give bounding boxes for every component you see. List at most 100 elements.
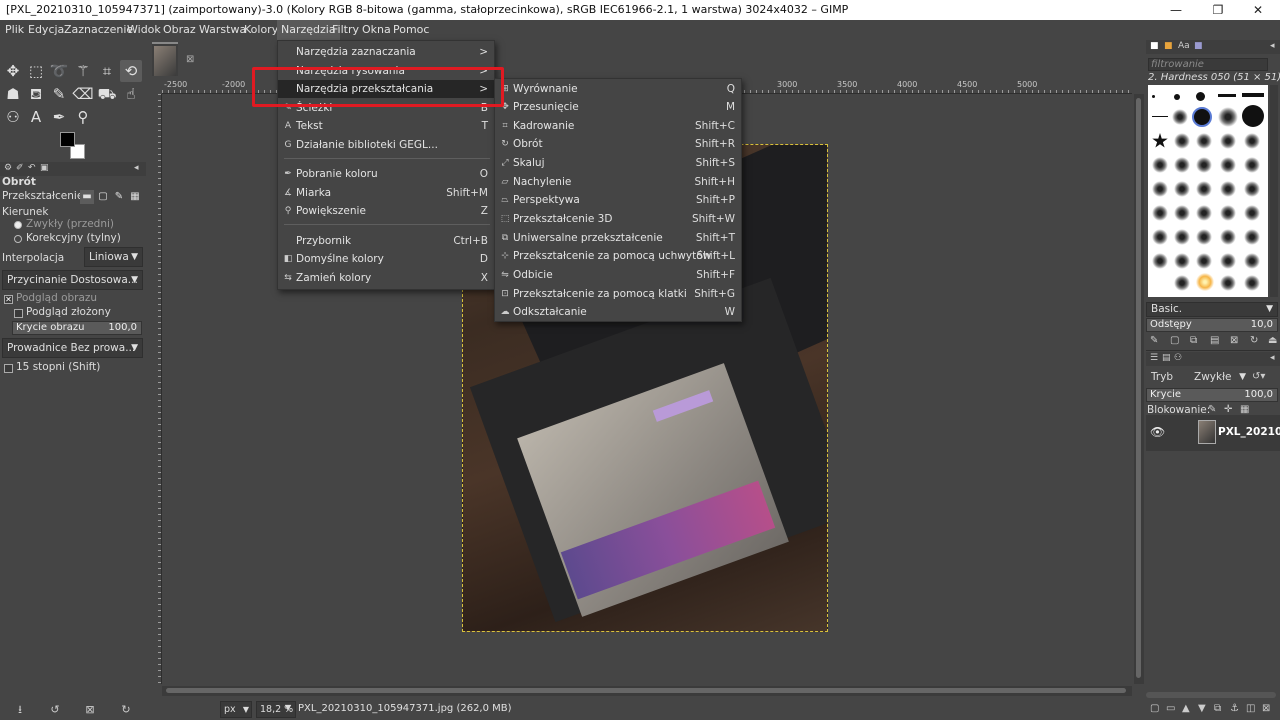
brush-item[interactable] — [1196, 133, 1212, 149]
brush-item[interactable] — [1220, 229, 1236, 245]
paintbrush-tool-icon[interactable]: ✎ — [48, 83, 70, 105]
menu-item-move[interactable]: ✥ Przesunięcie M — [495, 98, 741, 116]
menu-colors[interactable]: Kolory — [240, 20, 282, 40]
lower-layer-icon[interactable]: ▼ — [1198, 703, 1206, 714]
brush-item[interactable] — [1244, 253, 1260, 269]
menu-item-scale[interactable]: ⤢ Skaluj Shift+S — [495, 154, 741, 172]
layers-scrollbar[interactable] — [1146, 692, 1276, 698]
brush-item[interactable] — [1152, 181, 1168, 197]
brush-item[interactable] — [1220, 133, 1236, 149]
bucket-fill-tool-icon[interactable]: ⛾ — [25, 83, 47, 105]
fuzzy-select-tool-icon[interactable]: ⚚ — [72, 60, 94, 82]
brush-item[interactable] — [1152, 205, 1168, 221]
clipping-select[interactable]: Przycinanie Dostosowa... ▼ — [2, 270, 143, 290]
brush-item[interactable] — [1244, 229, 1260, 245]
brush-item[interactable] — [1218, 107, 1238, 127]
brush-item[interactable] — [1196, 205, 1212, 221]
edit-brush-icon[interactable]: ✎ — [1150, 335, 1158, 346]
preview-composite-checkbox[interactable] — [14, 309, 23, 318]
brush-item[interactable] — [1152, 95, 1155, 98]
menu-item-swap-colors[interactable]: ⇆ Zamień kolory X — [278, 269, 494, 287]
menu-item-3d-transform[interactable]: ⬚ Przekształcenie 3D Shift+W — [495, 210, 741, 228]
interpolation-select[interactable]: Liniowa ▼ — [84, 247, 143, 267]
brush-item[interactable] — [1220, 181, 1236, 197]
duplicate-layer-icon[interactable]: ⧉ — [1214, 703, 1221, 714]
refresh-brushes-icon[interactable]: ↻ — [1250, 335, 1258, 346]
warp-tool-icon[interactable]: ☗ — [2, 83, 24, 105]
brush-preset-select[interactable]: Basic. ▼ — [1146, 302, 1278, 317]
lasso-tool-icon[interactable]: ➰ — [48, 60, 70, 82]
vertical-scrollbar[interactable] — [1134, 94, 1144, 684]
transform-image-icon[interactable]: ▦ — [128, 190, 142, 204]
brush-item[interactable] — [1218, 94, 1236, 97]
layer-row[interactable]: 👁 PXL_20210 — [1146, 415, 1280, 451]
clone-tool-icon[interactable]: ⛟ — [96, 83, 118, 105]
scrollbar-thumb[interactable] — [1136, 98, 1141, 678]
delete-brush-icon[interactable]: ⊠ — [1230, 335, 1238, 346]
brush-item[interactable] — [1174, 275, 1190, 291]
brush-item[interactable] — [1196, 253, 1212, 269]
brush-item[interactable] — [1152, 116, 1168, 117]
delete-layer-icon[interactable]: ⊠ — [1262, 703, 1270, 714]
layers-tab-icon[interactable]: ☰ — [1150, 353, 1158, 363]
panel-menu-icon[interactable]: ◂ — [1270, 41, 1275, 51]
brush-item-selected[interactable] — [1192, 107, 1212, 127]
brush-item[interactable] — [1242, 105, 1264, 127]
preview-image-checkbox[interactable]: ✕ — [4, 295, 13, 304]
menu-item-cage-transform[interactable]: ⊡ Przekształcenie za pomocą klatki Shift+G — [495, 285, 741, 303]
brush-item[interactable] — [1174, 157, 1190, 173]
undo-history-tab-icon[interactable]: ↶ — [28, 163, 36, 173]
brush-item[interactable] — [1244, 157, 1260, 173]
menu-item-shear[interactable]: ▱ Nachylenie Shift+H — [495, 173, 741, 191]
restore-options-icon[interactable]: ↺ — [47, 702, 63, 718]
brush-item[interactable] — [1172, 109, 1188, 125]
menu-help[interactable]: Pomoc — [389, 20, 433, 40]
brushes-tab-icon[interactable]: ■ — [1150, 41, 1159, 51]
save-options-icon[interactable]: ⭳ — [12, 702, 28, 718]
lock-alpha-icon[interactable]: ▦ — [1240, 404, 1249, 415]
menu-item-rotate[interactable]: ↻ Obrót Shift+R — [495, 135, 741, 153]
brush-filter-input[interactable]: filtrowanie — [1148, 58, 1268, 71]
direction-corrective-radio[interactable] — [14, 235, 22, 243]
brush-item[interactable] — [1152, 157, 1168, 173]
color-picker-tool-icon[interactable]: ✒ — [48, 106, 70, 128]
anchor-layer-icon[interactable]: ⚓ — [1230, 703, 1239, 714]
rotate-tool-icon[interactable]: ⟲ — [120, 60, 142, 82]
menu-image[interactable]: Obraz — [159, 20, 200, 40]
delete-options-icon[interactable]: ⊠ — [82, 702, 98, 718]
copy-brush-location-icon[interactable]: ▤ — [1210, 335, 1219, 346]
menu-item-handle-transform[interactable]: ⊹ Przekształcenie za pomocą uchwytów Shift… — [495, 247, 741, 265]
new-layer-icon[interactable]: ▢ — [1150, 703, 1159, 714]
transform-layer-icon[interactable]: ▬ — [80, 190, 94, 204]
zoom-tool-icon[interactable]: ⚲ — [72, 106, 94, 128]
brush-grid[interactable] — [1148, 85, 1268, 297]
brush-scrollbar[interactable] — [1270, 85, 1278, 297]
lock-position-icon[interactable]: ✛ — [1224, 404, 1232, 415]
vertical-ruler[interactable] — [148, 94, 162, 684]
crop-tool-icon[interactable]: ⌗ — [96, 60, 118, 82]
image-tab[interactable] — [152, 42, 178, 76]
menu-item-crop[interactable]: ⌗ Kadrowanie Shift+C — [495, 117, 741, 135]
fonts-tab-icon[interactable]: Aa — [1178, 41, 1190, 51]
patterns-tab-icon[interactable]: ■ — [1164, 41, 1173, 51]
menu-item-unified-transform[interactable]: ⧉ Uniwersalne przekształcenie Shift+T — [495, 229, 741, 247]
mask-layer-icon[interactable]: ◫ — [1246, 703, 1255, 714]
new-group-icon[interactable]: ▭ — [1166, 703, 1175, 714]
chevron-down-icon[interactable]: ▼ — [285, 703, 291, 712]
menu-item-flip[interactable]: ⇋ Odbicie Shift+F — [495, 266, 741, 284]
layer-mode-reset-icon[interactable]: ↺▾ — [1252, 371, 1265, 382]
constrain-checkbox[interactable] — [4, 364, 13, 373]
device-status-tab-icon[interactable]: ✐ — [16, 163, 24, 173]
open-brush-icon[interactable]: ⏏ — [1268, 335, 1277, 346]
brush-item[interactable] — [1220, 157, 1236, 173]
reset-options-icon[interactable]: ↻ — [118, 702, 134, 718]
unit-select[interactable]: px ▼ — [220, 701, 252, 718]
tool-options-tab-icon[interactable]: ⚙ — [4, 163, 12, 173]
duplicate-brush-icon[interactable]: ⧉ — [1190, 335, 1197, 346]
brush-item[interactable] — [1174, 133, 1190, 149]
paths-tab-icon[interactable]: ⚇ — [1174, 353, 1182, 363]
brush-item[interactable] — [1196, 273, 1214, 291]
brush-spacing-slider[interactable]: Odstępy 10,0 — [1146, 318, 1278, 332]
menu-item-align[interactable]: ⊞ Wyrównanie Q — [495, 80, 741, 98]
brush-item[interactable] — [1244, 205, 1260, 221]
